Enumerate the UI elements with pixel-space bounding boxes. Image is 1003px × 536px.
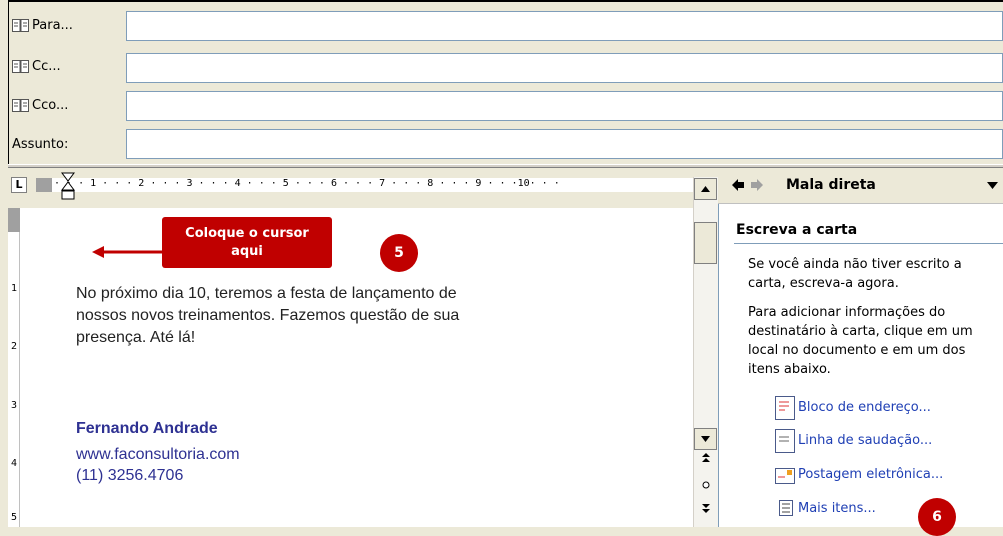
dropdown-arrow-icon[interactable] [987,182,998,189]
tab-selector[interactable]: L [11,177,27,193]
link-electronic-postage[interactable]: Postagem eletrônica... [798,467,943,482]
double-down-icon [702,504,710,513]
link-greeting-line[interactable]: Linha de saudação... [798,433,932,448]
vruler-num-5: 5 [10,512,18,523]
link-more-items[interactable]: Mais itens... [798,501,876,516]
vruler-num-3: 3 [10,400,18,411]
ruler-marks: · · · 1 · · · 2 · · · 3 · · · 4 · · · 5 … [54,178,560,189]
more-items-icon [779,500,793,516]
scroll-up-button[interactable] [694,178,717,200]
vruler-num-2: 2 [10,341,18,352]
electronic-postage-icon [775,468,795,484]
task-pane-title: Mala direta [786,177,876,193]
address-book-icon [12,60,29,73]
ruler-margin [36,178,52,192]
subject-input[interactable] [126,129,1003,159]
greeting-line-icon [775,429,795,453]
vruler-num-1: 1 [10,283,18,294]
arrow-left-icon [92,246,164,258]
pane-paragraph-2: Para adicionar informações do destinatár… [748,305,973,377]
link-address-block[interactable]: Bloco de endereço... [798,400,931,415]
body-line: nossos novos treinamentos. Fazemos quest… [76,307,460,324]
header-top-border [8,0,1003,2]
prev-page-button[interactable] [697,452,715,468]
subject-label: Assunto: [12,137,69,152]
vertical-ruler-margin [8,208,20,232]
address-block-icon [775,396,795,420]
forward-arrow-icon[interactable] [751,179,763,191]
callout-line-1: Coloque o cursor [185,225,309,241]
signature-name: Fernando Andrade [76,420,218,437]
bcc-label: Cco... [32,98,69,113]
to-button[interactable]: Para... [8,7,126,44]
signature-phone: (11) 3256.4706 [76,467,184,484]
step-badge-5: 5 [380,234,418,272]
back-arrow-icon[interactable] [732,179,744,191]
triangle-down-icon [701,436,710,442]
circle-icon [702,481,710,489]
to-label: Para... [32,18,73,33]
bcc-input[interactable] [126,91,1003,121]
instruction-callout: Coloque o cursor aqui [162,217,332,268]
triangle-up-icon [701,186,710,192]
scroll-down-button[interactable] [694,428,717,450]
cc-label: Cc... [32,59,61,74]
bcc-button[interactable]: Cco... [8,87,126,124]
indent-marker-icon[interactable] [60,172,76,210]
callout-line-2: aqui [231,243,263,259]
cc-input[interactable] [126,53,1003,83]
section-divider [734,243,1003,244]
to-input[interactable] [126,11,1003,41]
scroll-thumb[interactable] [694,222,717,264]
next-page-button[interactable] [697,503,715,519]
step-badge-6: 6 [918,498,956,536]
cc-button[interactable]: Cc... [8,48,126,85]
address-book-icon [12,19,29,32]
body-line: presença. Até lá! [76,329,196,346]
double-up-icon [702,453,710,462]
vruler-num-4: 4 [10,458,18,469]
body-line: No próximo dia 10, teremos a festa de la… [76,285,457,302]
section-heading: Escreva a carta [736,222,858,238]
vertical-ruler[interactable] [8,208,20,527]
signature-site: www.faconsultoria.com [76,446,240,463]
pane-paragraph-1: Se você ainda não tiver escrito a carta,… [748,257,962,291]
address-book-icon [12,99,29,112]
browse-object-button[interactable] [697,478,715,494]
